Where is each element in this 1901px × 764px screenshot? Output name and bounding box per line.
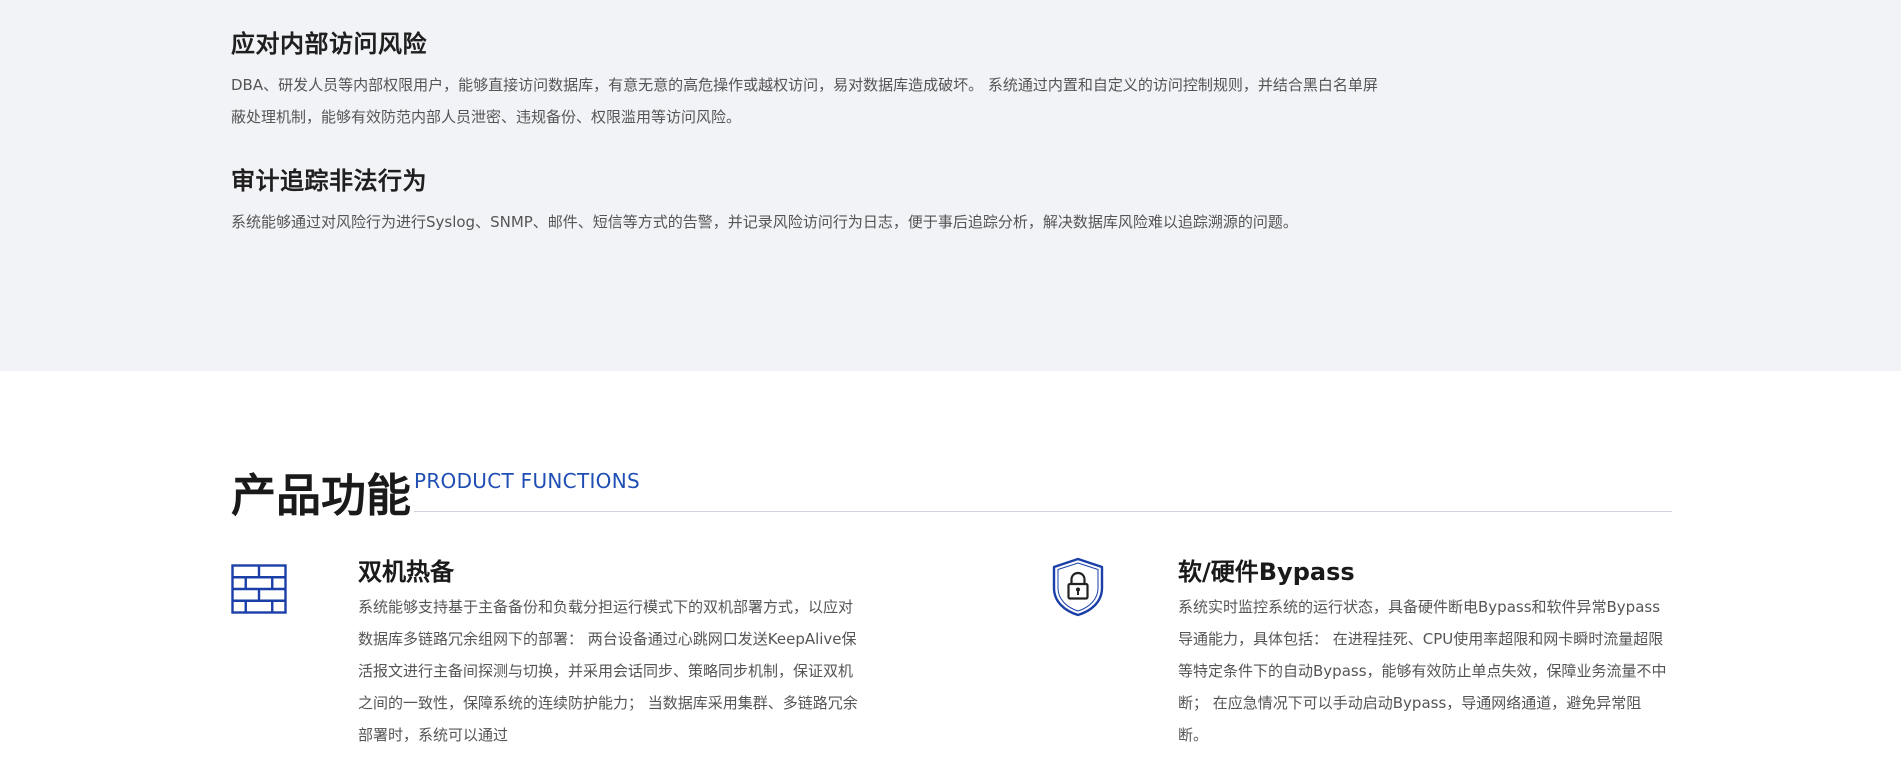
risk-description: 系统能够通过对风险行为进行Syslog、SNMP、邮件、短信等方式的告警，并记录… (231, 213, 1298, 231)
section-divider (414, 511, 1672, 512)
feature-title: 软/硬件Bypass (1178, 558, 1355, 586)
risk-item-audit-trace: 审计追踪非法行为 系统能够通过对风险行为进行Syslog、SNMP、邮件、短信等… (231, 165, 1381, 238)
feature-description: 系统能够支持基于主备备份和负载分担运行模式下的双机部署方式，以应对数据库多链路冗… (358, 598, 858, 744)
risk-title: 应对内部访问风险 (231, 30, 427, 58)
product-functions-section: 产品功能 PRODUCT FUNCTIONS 双机热备 系统能够支持基于主备备份… (0, 371, 1901, 764)
risk-description: DBA、研发人员等内部权限用户，能够直接访问数据库，有意无意的高危操作或越权访问… (231, 76, 1378, 126)
risk-section: 应对内部访问风险 DBA、研发人员等内部权限用户，能够直接访问数据库，有意无意的… (0, 0, 1901, 371)
section-title: 产品功能 (231, 469, 412, 522)
risk-title: 审计追踪非法行为 (231, 167, 427, 195)
risk-item-internal-access: 应对内部访问风险 DBA、研发人员等内部权限用户，能够直接访问数据库，有意无意的… (231, 28, 1381, 133)
feature-title: 双机热备 (358, 558, 454, 586)
shield-lock-icon (1051, 556, 1105, 622)
section-subtitle: PRODUCT FUNCTIONS (414, 469, 640, 493)
feature-description: 系统实时监控系统的运行状态，具备硬件断电Bypass和软件异常Bypass导通能… (1178, 598, 1667, 744)
brick-wall-icon (231, 564, 287, 618)
